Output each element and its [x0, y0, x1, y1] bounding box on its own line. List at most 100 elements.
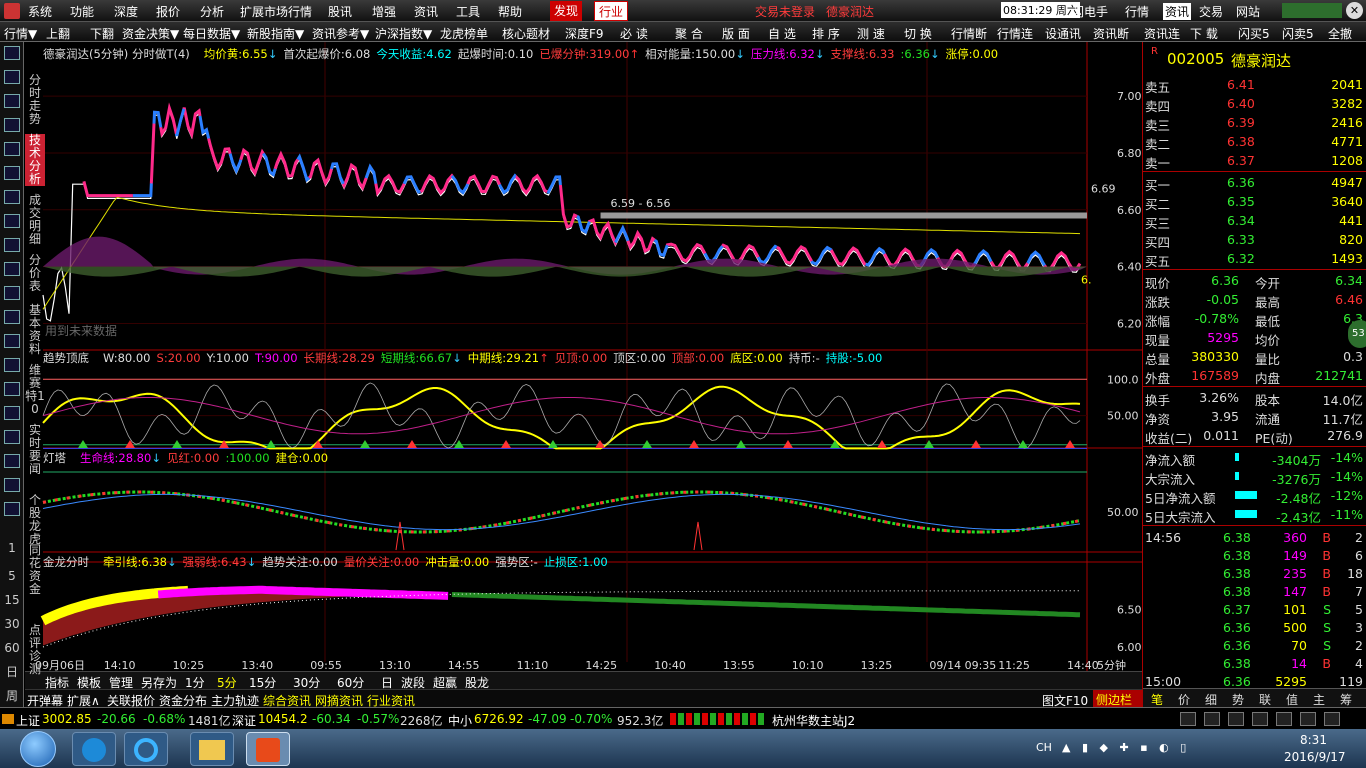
menu-0[interactable]: 系统: [28, 3, 52, 20]
left-tool-icon-13[interactable]: [4, 358, 20, 372]
vtab-2[interactable]: 成交明细: [25, 194, 45, 246]
quote-tab-3[interactable]: 势: [1232, 691, 1244, 708]
tab-industry[interactable]: 行业: [594, 1, 629, 21]
top-button-4[interactable]: 网站: [1236, 3, 1260, 20]
left-tool-icon-11[interactable]: [4, 310, 20, 324]
taskbar-ths[interactable]: [246, 732, 290, 766]
ask-row-4[interactable]: 卖一 6.37 1208: [1143, 151, 1366, 171]
toolbar-6[interactable]: 资讯参考▼: [312, 25, 369, 42]
toolbar-2[interactable]: 下翻: [90, 25, 114, 42]
toolbar-5[interactable]: 新股指南▼: [247, 25, 304, 42]
status-tool-icon-5[interactable]: [1300, 712, 1316, 726]
toolbar-16[interactable]: 测 速: [857, 25, 885, 42]
quote-tab-6[interactable]: 主: [1313, 691, 1325, 708]
top-button-2[interactable]: 资讯: [1163, 3, 1192, 20]
float-badge[interactable]: 53: [1348, 320, 1366, 348]
toolbar-0[interactable]: 行情▼: [4, 25, 37, 42]
toolbar-1[interactable]: 上翻: [46, 25, 70, 42]
toolbar-13[interactable]: 版 面: [722, 25, 750, 42]
toolbar-9[interactable]: 核心题材: [502, 25, 550, 42]
toolbar-20[interactable]: 设通讯: [1045, 25, 1081, 42]
tray-icons[interactable]: ▲ ▮ ◆ ✚ ▪ ◐ ▯: [1062, 741, 1262, 755]
bid-row-4[interactable]: 买五 6.32 1493: [1143, 249, 1366, 269]
left-tool-icon-18[interactable]: [4, 478, 20, 492]
left-tool-icon-17[interactable]: [4, 454, 20, 468]
bid-row-0[interactable]: 买一 6.36 4947: [1143, 173, 1366, 193]
left-tool-icon-16[interactable]: [4, 430, 20, 444]
toolbar-4[interactable]: 每日数据▼: [183, 25, 240, 42]
left-tool-icon-15[interactable]: [4, 406, 20, 420]
ask-row-3[interactable]: 卖二 6.38 4771: [1143, 132, 1366, 152]
toolbar-23[interactable]: 下 载: [1190, 25, 1218, 42]
left-tool-icon-1[interactable]: [4, 70, 20, 84]
period-0[interactable]: 1: [2, 542, 22, 555]
menu-7[interactable]: 增强: [372, 3, 396, 20]
taskbar-explorer[interactable]: [190, 732, 234, 766]
left-tool-icon-0[interactable]: [4, 46, 20, 60]
toolbar-7[interactable]: 沪深指数▼: [375, 25, 432, 42]
left-tool-icon-4[interactable]: [4, 142, 20, 156]
period-5[interactable]: 日: [2, 666, 22, 679]
toolbar-22[interactable]: 资讯连: [1144, 25, 1180, 42]
left-tool-icon-7[interactable]: [4, 214, 20, 228]
quote-tab-5[interactable]: 值: [1286, 691, 1298, 708]
vtab-5[interactable]: 维赛特10: [25, 364, 45, 416]
status-tool-icon-3[interactable]: [1252, 712, 1268, 726]
period-2[interactable]: 15: [2, 594, 22, 607]
toolbar-26[interactable]: 全撤: [1328, 25, 1352, 42]
vtab-4[interactable]: 基本资料: [25, 304, 45, 356]
start-button[interactable]: [20, 731, 56, 767]
toolbar-14[interactable]: 自 选: [768, 25, 796, 42]
left-tool-icon-12[interactable]: [4, 334, 20, 348]
toolbar-25[interactable]: 闪卖5: [1282, 25, 1314, 42]
taskbar-ie[interactable]: [124, 732, 168, 766]
toolbar-24[interactable]: 闪买5: [1238, 25, 1270, 42]
menu-6[interactable]: 股讯: [328, 3, 352, 20]
menu-9[interactable]: 工具: [456, 3, 480, 20]
vtab-0[interactable]: 分时走势: [25, 74, 45, 126]
toolbar-19[interactable]: 行情连: [997, 25, 1033, 42]
period-1[interactable]: 5: [2, 570, 22, 583]
left-tool-icon-10[interactable]: [4, 286, 20, 300]
bid-row-3[interactable]: 买四 6.33 820: [1143, 230, 1366, 250]
left-tool-icon-9[interactable]: [4, 262, 20, 276]
bid-row-2[interactable]: 买三 6.34 441: [1143, 211, 1366, 231]
taskbar-app-1[interactable]: [72, 732, 116, 766]
vtab-7[interactable]: 个股龙虎: [25, 494, 45, 546]
quote-tab-2[interactable]: 细: [1205, 691, 1217, 708]
left-tool-icon-3[interactable]: [4, 118, 20, 132]
status-tool-icon-2[interactable]: [1228, 712, 1244, 726]
left-tool-icon-8[interactable]: [4, 238, 20, 252]
quote-tab-0[interactable]: 笔: [1151, 691, 1163, 708]
toolbar-12[interactable]: 聚 合: [675, 25, 703, 42]
ask-row-1[interactable]: 卖四 6.40 3282: [1143, 94, 1366, 114]
status-tool-icon-1[interactable]: [1204, 712, 1220, 726]
toolbar-10[interactable]: 深度F9: [565, 25, 604, 42]
quote-tab-1[interactable]: 价: [1178, 691, 1190, 708]
menu-4[interactable]: 分析: [200, 3, 224, 20]
menu-1[interactable]: 功能: [70, 3, 94, 20]
vtab-3[interactable]: 分价表: [25, 254, 45, 293]
quote-tab-4[interactable]: 联: [1259, 691, 1271, 708]
period-4[interactable]: 60: [2, 642, 22, 655]
clock-date[interactable]: 2016/9/17: [1284, 750, 1346, 764]
toolbar-15[interactable]: 排 序: [812, 25, 840, 42]
left-tool-icon-19[interactable]: [4, 502, 20, 516]
toolbar-3[interactable]: 资金决策▼: [122, 25, 179, 42]
lang-indicator[interactable]: CH: [1036, 741, 1052, 754]
left-tool-icon-5[interactable]: [4, 166, 20, 180]
period-6[interactable]: 周: [2, 690, 22, 703]
left-tool-icon-2[interactable]: [4, 94, 20, 108]
top-button-0[interactable]: 闪电手: [1072, 3, 1108, 20]
status-tool-icon-6[interactable]: [1324, 712, 1340, 726]
menu-3[interactable]: 报价: [156, 3, 180, 20]
period-3[interactable]: 30: [2, 618, 22, 631]
status-tool-icon-4[interactable]: [1276, 712, 1292, 726]
vtab-9[interactable]: 点评诊测: [25, 624, 45, 676]
top-button-1[interactable]: 行情: [1125, 3, 1149, 20]
toolbar-18[interactable]: 行情断: [951, 25, 987, 42]
top-button-3[interactable]: 交易: [1199, 3, 1223, 20]
tab-discover[interactable]: 发现: [550, 1, 583, 21]
ask-row-2[interactable]: 卖三 6.39 2416: [1143, 113, 1366, 133]
toolbar-11[interactable]: 必 读: [620, 25, 648, 42]
